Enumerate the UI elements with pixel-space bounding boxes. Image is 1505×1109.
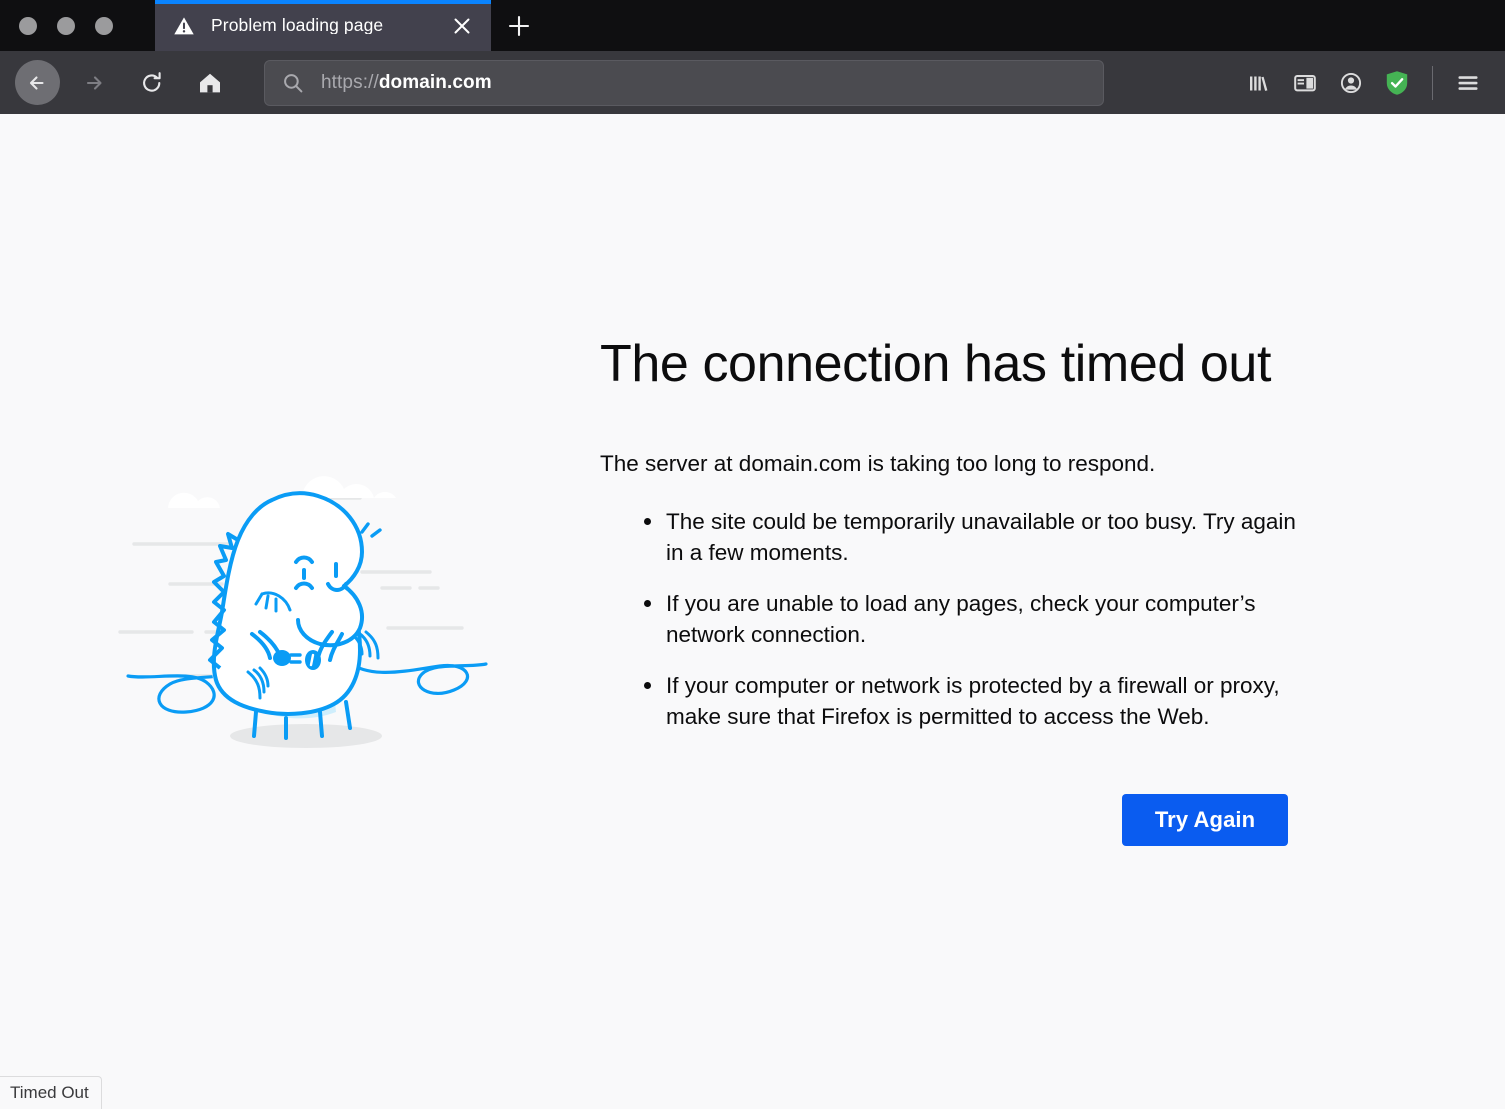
tab-title: Problem loading page (211, 17, 447, 35)
window-minimize-button[interactable] (57, 17, 75, 35)
url-scheme: https:// (321, 72, 379, 93)
new-tab-button[interactable] (491, 0, 547, 51)
try-again-button[interactable]: Try Again (1122, 794, 1288, 846)
hamburger-menu-icon[interactable] (1445, 60, 1491, 106)
url-bar[interactable]: https://domain.com (264, 60, 1104, 106)
close-icon[interactable] (447, 11, 477, 41)
back-button[interactable] (15, 60, 60, 105)
status-panel: Timed Out (0, 1076, 102, 1109)
error-long-description: The server at domain.com is taking too l… (600, 449, 1310, 479)
page-content-area: The connection has timed out The server … (0, 114, 1505, 1109)
search-icon (281, 71, 305, 95)
toolbar-separator (1432, 66, 1433, 100)
list-item: The site could be temporarily unavailabl… (644, 506, 1310, 568)
url-text: https://domain.com (321, 72, 492, 94)
forward-button[interactable] (72, 61, 116, 105)
window-traffic-lights (0, 0, 155, 51)
page-title: The connection has timed out (600, 336, 1310, 393)
error-page: The connection has timed out The server … (0, 114, 1505, 846)
tab-problem-loading-page[interactable]: Problem loading page (155, 0, 491, 51)
shield-check-icon[interactable] (1374, 60, 1420, 106)
list-item: If your computer or network is protected… (644, 670, 1310, 732)
error-text-column: The connection has timed out The server … (600, 336, 1340, 846)
url-host: domain.com (379, 72, 492, 93)
browser-window: Problem loading page (0, 0, 1505, 1109)
home-button[interactable] (188, 61, 232, 105)
library-icon[interactable] (1236, 60, 1282, 106)
navigation-toolbar: https://domain.com (0, 51, 1505, 114)
arrow-right-icon (80, 69, 108, 97)
list-item: If you are unable to load any pages, che… (644, 588, 1310, 650)
disconnected-dinosaur-illustration (110, 436, 490, 766)
account-icon[interactable] (1328, 60, 1374, 106)
home-icon (196, 69, 224, 97)
tab-strip: Problem loading page (0, 0, 1505, 51)
reload-button[interactable] (130, 61, 174, 105)
window-close-button[interactable] (19, 17, 37, 35)
error-button-row: Try Again (600, 794, 1310, 846)
warning-triangle-icon (173, 15, 195, 37)
toolbar-right-icons (1236, 60, 1491, 106)
sidebar-icon[interactable] (1282, 60, 1328, 106)
window-zoom-button[interactable] (95, 17, 113, 35)
error-suggestion-list: The site could be temporarily unavailabl… (600, 506, 1310, 732)
reload-icon (138, 69, 166, 97)
illustration-column (0, 336, 600, 766)
arrow-left-icon (24, 69, 52, 97)
